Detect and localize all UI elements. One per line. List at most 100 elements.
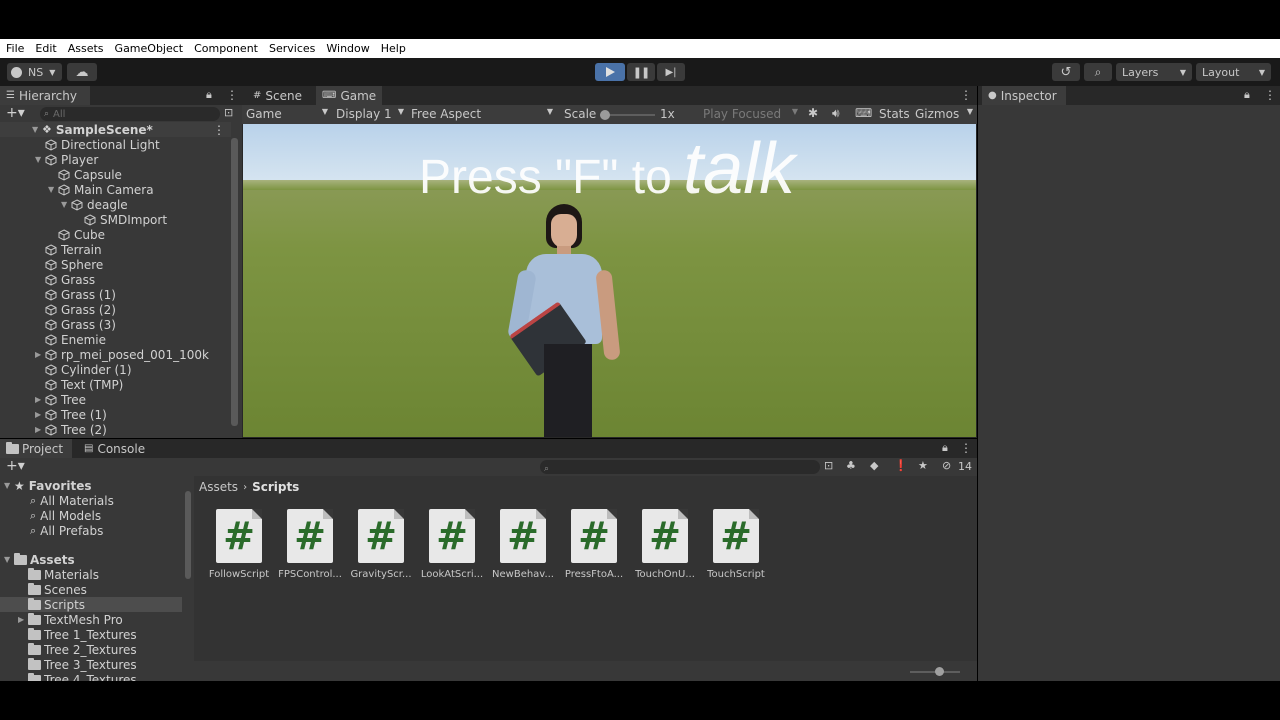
hierarchy-item[interactable]: Cylinder (1): [0, 362, 132, 377]
project-tree-scrollbar[interactable]: [185, 491, 191, 579]
hierarchy-item[interactable]: Enemie: [0, 332, 106, 347]
scene-search-icon[interactable]: ⊡: [224, 106, 233, 119]
expand-arrow-icon[interactable]: ▶: [35, 425, 45, 434]
hierarchy-item[interactable]: Cube: [0, 227, 105, 242]
kebab-menu-icon[interactable]: ⋮: [213, 123, 225, 137]
script-asset[interactable]: # TouchScript: [701, 509, 771, 580]
menu-help[interactable]: Help: [381, 42, 406, 55]
menu-edit[interactable]: Edit: [35, 42, 56, 55]
lock-icon[interactable]: 🔒︎: [942, 441, 948, 455]
kebab-menu-icon[interactable]: ⋮: [960, 441, 972, 455]
expand-arrow-icon[interactable]: ▶: [35, 350, 45, 359]
script-asset[interactable]: # FollowScript: [204, 509, 274, 580]
icon-size-slider-handle[interactable]: [935, 667, 944, 676]
hierarchy-item[interactable]: ▶ Tree (1): [0, 407, 107, 422]
hidden-packages-icon[interactable]: ⊘: [942, 459, 951, 472]
menu-services[interactable]: Services: [269, 42, 315, 55]
hierarchy-item[interactable]: Grass: [0, 272, 95, 287]
layout-dropdown[interactable]: Layout ▼: [1196, 63, 1271, 81]
script-asset[interactable]: # NewBehav...: [488, 509, 558, 580]
tab-project[interactable]: Project: [0, 439, 72, 458]
hierarchy-search[interactable]: ⌕ All: [40, 107, 220, 121]
hierarchy-item[interactable]: ▼ deagle: [0, 197, 128, 212]
favorites-header[interactable]: ▼ ★ Favorites: [0, 478, 91, 493]
account-dropdown[interactable]: NS ▼: [7, 63, 62, 81]
expand-arrow-icon[interactable]: ▼: [32, 125, 42, 134]
hierarchy-item[interactable]: ▶ Tree (2): [0, 422, 107, 437]
project-folder-item[interactable]: Scenes: [0, 582, 182, 597]
hierarchy-item[interactable]: Grass (3): [0, 317, 116, 332]
menu-component[interactable]: Component: [194, 42, 258, 55]
script-asset[interactable]: # FPSControl...: [275, 509, 345, 580]
audio-icon[interactable]: 🔊︎: [832, 106, 840, 121]
favorite-item[interactable]: ⌕ All Prefabs: [30, 523, 103, 538]
kebab-menu-icon[interactable]: ⋮: [226, 88, 238, 102]
step-button[interactable]: ▶|: [657, 63, 685, 81]
expand-arrow-icon[interactable]: ▼: [48, 185, 58, 194]
hierarchy-item[interactable]: Directional Light: [0, 137, 160, 152]
hierarchy-item[interactable]: Terrain: [0, 242, 102, 257]
lock-icon[interactable]: 🔒︎: [1244, 88, 1250, 102]
tab-console[interactable]: ▤ Console: [78, 439, 151, 458]
keyboard-icon[interactable]: ⌨: [855, 106, 872, 120]
project-folder-item[interactable]: Scripts: [0, 597, 182, 612]
hierarchy-item[interactable]: Capsule: [0, 167, 122, 182]
search-button[interactable]: ⌕: [1084, 63, 1112, 81]
tab-hierarchy[interactable]: ☰ Hierarchy: [0, 86, 90, 105]
lock-icon[interactable]: 🔒︎: [206, 88, 212, 102]
hierarchy-item[interactable]: Text (TMP): [0, 377, 123, 392]
menu-assets[interactable]: Assets: [68, 42, 104, 55]
kebab-menu-icon[interactable]: ⋮: [1264, 88, 1276, 102]
display-dropdown[interactable]: Display 1 ▼: [336, 107, 404, 121]
warning-icon[interactable]: ❗: [894, 459, 908, 472]
breadcrumb-assets[interactable]: Assets: [199, 480, 238, 494]
hierarchy-scrollbar[interactable]: [231, 138, 238, 426]
project-folder-item[interactable]: Tree 4_Textures: [0, 672, 182, 681]
hierarchy-item[interactable]: ▼ Main Camera: [0, 182, 154, 197]
project-folder-item[interactable]: Tree 3_Textures: [0, 657, 182, 672]
project-search-input[interactable]: ⌕: [540, 460, 820, 474]
pause-button[interactable]: ❚❚: [627, 63, 655, 81]
expand-arrow-icon[interactable]: ▼: [4, 481, 14, 490]
scale-slider-handle[interactable]: [600, 110, 610, 120]
assets-header[interactable]: ▼ Assets: [0, 552, 75, 567]
add-icon[interactable]: +▾: [6, 458, 25, 474]
script-asset[interactable]: # GravityScr...: [346, 509, 416, 580]
game-mode-dropdown[interactable]: Game ▼: [246, 107, 328, 121]
tab-inspector[interactable]: ● Inspector: [982, 86, 1066, 105]
script-asset[interactable]: # TouchOnU...: [630, 509, 700, 580]
scene-row[interactable]: ▼ ❖ SampleScene* ⋮: [0, 122, 231, 137]
play-button[interactable]: [595, 63, 625, 81]
project-folder-item[interactable]: Tree 1_Textures: [0, 627, 182, 642]
icon-size-slider[interactable]: [910, 667, 960, 676]
play-focused-dropdown[interactable]: Play Focused ▼: [703, 107, 798, 121]
project-folder-item[interactable]: Tree 2_Textures: [0, 642, 182, 657]
hierarchy-item[interactable]: SMDImport: [0, 212, 167, 227]
breadcrumb-scripts[interactable]: Scripts: [252, 480, 299, 494]
gizmos-dropdown[interactable]: Gizmos ▼: [915, 107, 973, 121]
tab-scene[interactable]: # Scene: [247, 86, 308, 105]
hierarchy-item[interactable]: ▶ rp_mei_posed_001_100k: [0, 347, 209, 362]
layers-dropdown[interactable]: Layers ▼: [1116, 63, 1192, 81]
game-viewport[interactable]: Press "F" to talk: [243, 124, 976, 437]
expand-arrow-icon[interactable]: ▶: [35, 395, 45, 404]
expand-arrow-icon[interactable]: ▼: [61, 200, 71, 209]
history-button[interactable]: ↺: [1052, 63, 1080, 81]
hierarchy-item[interactable]: ▼ Player: [0, 152, 98, 167]
hierarchy-item[interactable]: Grass (1): [0, 287, 116, 302]
script-asset[interactable]: # LookAtScri...: [417, 509, 487, 580]
project-folder-item[interactable]: Materials: [0, 567, 182, 582]
hierarchy-item[interactable]: Sphere: [0, 257, 103, 272]
expand-arrow-icon[interactable]: ▶: [35, 410, 45, 419]
filter-type-icon[interactable]: ♣: [846, 459, 856, 472]
tab-game[interactable]: ⌨ Game: [316, 86, 383, 105]
search-by-type-icon[interactable]: ⊡: [824, 459, 833, 472]
menu-gameobject[interactable]: GameObject: [115, 42, 184, 55]
menu-window[interactable]: Window: [326, 42, 369, 55]
scale-slider[interactable]: [600, 110, 655, 120]
star-icon[interactable]: ★: [918, 459, 928, 472]
favorite-item[interactable]: ⌕ All Models: [30, 508, 101, 523]
menu-file[interactable]: File: [6, 42, 24, 55]
favorite-item[interactable]: ⌕ All Materials: [30, 493, 114, 508]
expand-arrow-icon[interactable]: ▶: [18, 615, 28, 624]
